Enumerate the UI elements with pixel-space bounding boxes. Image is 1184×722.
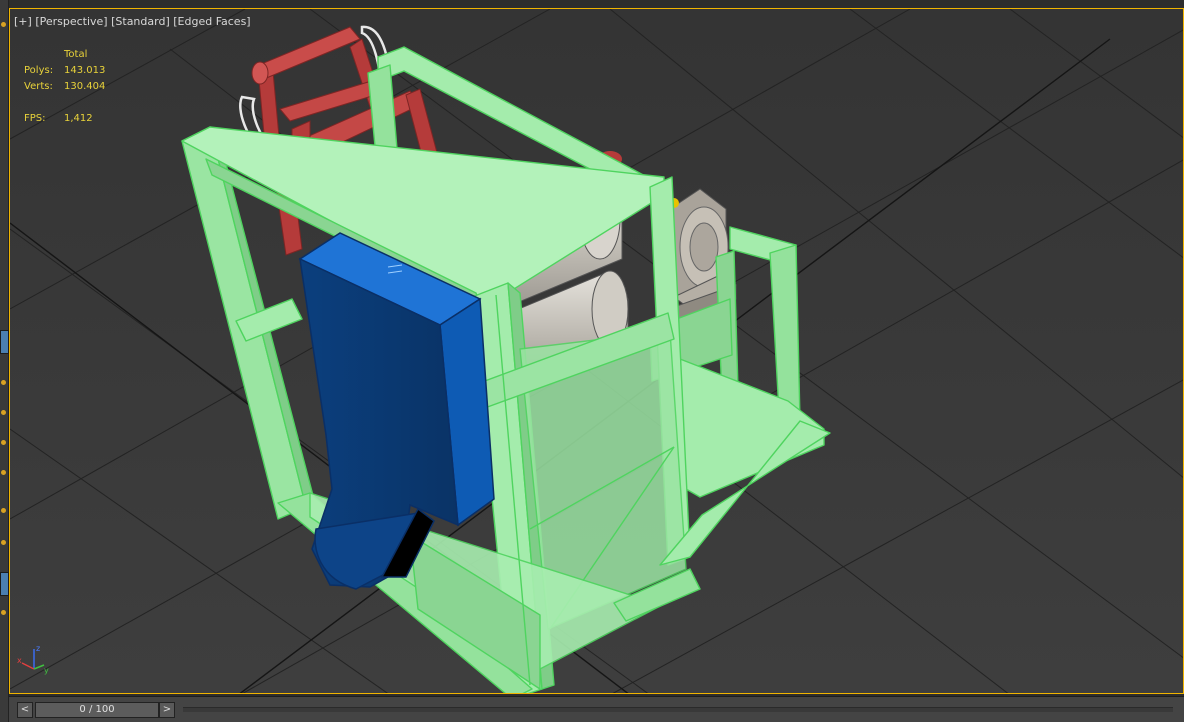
marker-icon: [1, 440, 6, 445]
stats-polys-value: 143.013: [64, 65, 106, 76]
time-slider-bar: < 0 / 100 >: [9, 696, 1184, 722]
stats-fps-value: 1,412: [64, 113, 93, 124]
stats-verts-row: Verts: 130.404: [24, 79, 105, 95]
marker-icon: [1, 508, 6, 513]
stats-verts-label: Verts:: [24, 81, 53, 92]
scene-canvas[interactable]: [10, 9, 1184, 694]
axis-z-label: z: [36, 644, 40, 653]
left-toolbar-strip: [0, 0, 9, 722]
axis-y-label: y: [44, 666, 49, 675]
marker-icon: [1, 380, 6, 385]
tool-button[interactable]: [0, 330, 9, 354]
viewport-statistics: Total Polys: 143.013 Verts: 130.404 FPS:…: [24, 47, 105, 127]
stats-total-header: Total: [64, 49, 88, 60]
axis-x-label: x: [17, 656, 22, 665]
marker-icon: [1, 470, 6, 475]
perspective-viewport[interactable]: [+] [Perspective] [Standard] [Edged Face…: [9, 8, 1184, 694]
marker-icon: [1, 22, 6, 27]
viewport-shading-menu[interactable]: [Standard]: [111, 15, 170, 28]
previous-frame-button[interactable]: <: [17, 702, 33, 718]
viewport-display-mode-menu[interactable]: [Edged Faces]: [173, 15, 250, 28]
viewport-view-menu[interactable]: [Perspective]: [35, 15, 107, 28]
stats-verts-value: 130.404: [64, 81, 106, 92]
tool-button[interactable]: [0, 572, 9, 596]
axis-tripod-icon: z x y: [17, 644, 49, 675]
time-slider-thumb[interactable]: 0 / 100: [35, 702, 159, 718]
viewport-plus-menu[interactable]: [+]: [14, 15, 32, 28]
stats-polys-row: Polys: 143.013: [24, 63, 105, 79]
marker-icon: [1, 540, 6, 545]
stats-fps-row: FPS: 1,412: [24, 111, 105, 127]
marker-icon: [1, 610, 6, 615]
time-track[interactable]: [183, 707, 1173, 712]
app-window: [+] [Perspective] [Standard] [Edged Face…: [0, 0, 1184, 722]
next-frame-button[interactable]: >: [159, 702, 175, 718]
stats-fps-label: FPS:: [24, 113, 46, 124]
stats-polys-label: Polys:: [24, 65, 54, 76]
viewport-label-menu[interactable]: [+] [Perspective] [Standard] [Edged Face…: [14, 15, 251, 28]
marker-icon: [1, 410, 6, 415]
